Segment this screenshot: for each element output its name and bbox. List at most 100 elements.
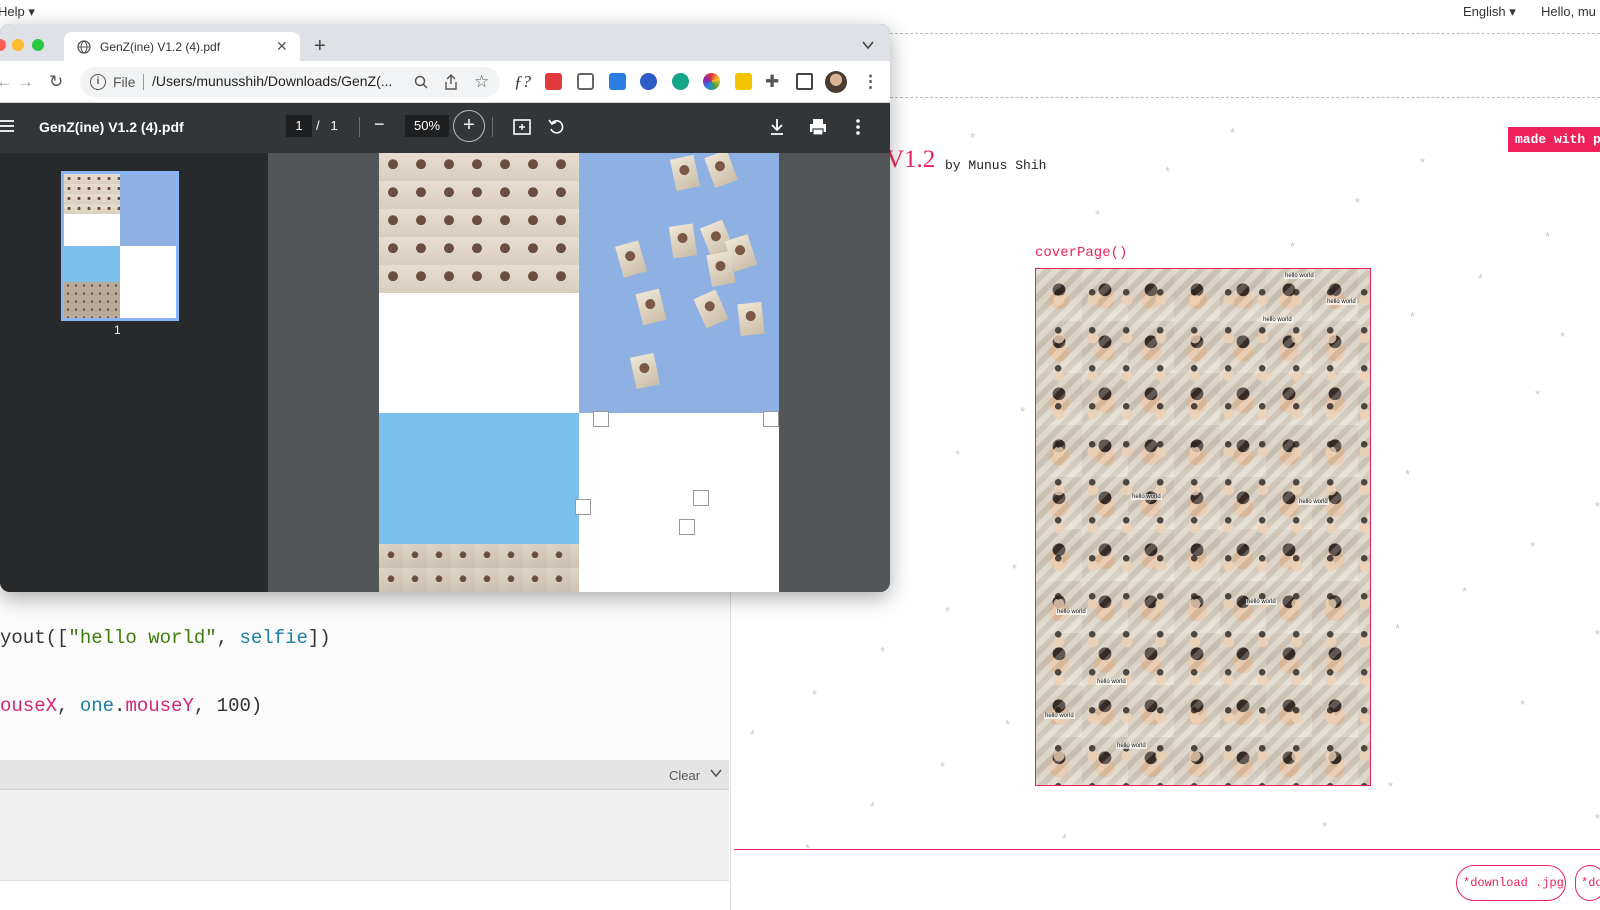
chevron-down-icon[interactable]	[710, 767, 722, 779]
outline-square	[679, 519, 695, 535]
extension-red-icon[interactable]	[545, 73, 562, 90]
page-total: 1	[330, 118, 338, 133]
zoom-level-input[interactable]: 50%	[405, 115, 449, 137]
rotate-icon[interactable]	[547, 117, 567, 137]
code-variable: one	[79, 695, 115, 717]
extension-yellow-icon[interactable]	[735, 73, 752, 90]
hamburger-icon[interactable]	[0, 120, 14, 132]
code-line-mouse[interactable]: ouseX, one.mouseY, 100)	[0, 695, 262, 717]
selfie-strip	[379, 544, 579, 592]
star-decoration: *	[750, 727, 756, 742]
dashed-divider	[890, 97, 1600, 98]
flying-selfie	[704, 153, 738, 189]
star-decoration: *	[955, 447, 961, 462]
star-decoration: *	[1355, 195, 1361, 210]
profile-avatar[interactable]	[825, 71, 847, 93]
side-panel-icon[interactable]	[796, 73, 813, 90]
star-decoration: *	[970, 130, 976, 145]
extension-blue-circle-icon[interactable]	[640, 73, 657, 90]
minimize-window-button[interactable]	[12, 39, 24, 51]
omnibox-url[interactable]: /Users/munusshih/Downloads/GenZ(...	[152, 73, 402, 89]
fit-page-icon[interactable]	[512, 117, 532, 137]
outline-square	[693, 490, 709, 506]
close-window-button[interactable]	[0, 39, 6, 51]
empty-squares-quadrant	[575, 411, 779, 592]
star-decoration: *	[1535, 387, 1541, 402]
hello-world-tag: hello world	[1044, 713, 1075, 719]
star-decoration: *	[1012, 561, 1018, 576]
reload-icon[interactable]: ↻	[49, 73, 63, 90]
console-clear-button[interactable]: Clear	[669, 768, 700, 783]
page-number-input[interactable]: 1	[286, 115, 312, 137]
cover-page-collage: hello world hello world hello world hell…	[1035, 268, 1371, 786]
star-decoration: *	[1530, 539, 1536, 554]
language-menu[interactable]: English ▾	[1463, 4, 1516, 20]
selfie-pattern	[1036, 269, 1370, 785]
zoom-icon[interactable]	[414, 75, 428, 89]
extension-color-wheel-icon[interactable]	[703, 73, 720, 90]
user-greeting[interactable]: Hello, mu	[1541, 4, 1596, 19]
kebab-menu-icon[interactable]: ⋮	[862, 73, 879, 90]
hello-world-tag: hello world	[1131, 494, 1162, 500]
made-with-badge[interactable]: made with p	[1508, 127, 1600, 152]
extension-copy-icon[interactable]	[577, 73, 594, 90]
code-variable: selfie	[239, 627, 308, 649]
help-menu[interactable]: Help ▾	[0, 4, 35, 20]
page-count: / 1	[316, 118, 338, 133]
star-decoration: *	[1595, 499, 1600, 514]
zoom-out-button[interactable]: −	[374, 115, 385, 133]
pdf-thumbnail-sidebar: 1	[0, 153, 268, 592]
cover-page-label: coverPage()	[1035, 245, 1128, 261]
star-decoration: *	[1478, 271, 1484, 286]
star-decoration: *	[880, 644, 886, 659]
code-line-layout[interactable]: yout(["hello world", selfie])	[0, 627, 331, 649]
star-decoration: *	[945, 604, 951, 619]
chevron-down-icon[interactable]	[862, 40, 874, 50]
star-decoration: *	[812, 687, 818, 702]
close-icon[interactable]: ✕	[276, 38, 288, 55]
print-icon[interactable]	[808, 117, 828, 137]
page-thumbnail[interactable]	[61, 171, 179, 321]
zoom-window-button[interactable]	[32, 39, 44, 51]
forward-icon[interactable]: →	[17, 73, 34, 90]
info-icon[interactable]: i	[90, 74, 106, 90]
star-decoration: *	[1005, 717, 1011, 732]
download-icon[interactable]	[767, 117, 787, 137]
extension-quote-icon[interactable]	[672, 73, 689, 90]
omnibox-separator	[143, 74, 144, 90]
console-output	[0, 790, 729, 880]
flying-selfies-quadrant	[579, 153, 779, 413]
star-decoration: *	[1405, 467, 1411, 482]
formula-extension-icon[interactable]: ƒ?	[514, 73, 531, 90]
star-decoration: *	[1595, 627, 1600, 642]
hello-world-tag: hello world	[1056, 609, 1087, 615]
back-icon[interactable]: ←	[0, 73, 13, 90]
toolbar-divider	[492, 117, 493, 137]
new-tab-button[interactable]: +	[314, 36, 326, 56]
flying-selfie	[629, 352, 661, 390]
extension-resize-icon[interactable]	[609, 73, 626, 90]
star-bookmark-icon[interactable]: ☆	[474, 72, 489, 92]
star-decoration: *	[1595, 811, 1600, 826]
puzzle-extensions-icon[interactable]: ✚	[765, 73, 779, 90]
star-decoration: *	[1165, 164, 1171, 179]
tab-strip: GenZ(ine) V1.2 (4).pdf ✕ +	[0, 24, 890, 62]
outline-square	[575, 499, 591, 515]
chrome-window: GenZ(ine) V1.2 (4).pdf ✕ + ← → ↻ i File …	[0, 24, 890, 592]
pdf-viewport[interactable]	[268, 153, 890, 592]
share-icon[interactable]	[444, 74, 458, 90]
download-more-button[interactable]: *do	[1575, 865, 1600, 901]
star-decoration: *	[1395, 621, 1401, 636]
zoom-in-button[interactable]: +	[453, 110, 485, 142]
download-jpg-button[interactable]: *download .jpg*	[1456, 865, 1566, 901]
app-menubar: Help ▾ English ▾ Hello, mu	[0, 0, 1600, 24]
more-options-icon[interactable]	[848, 117, 868, 137]
code-token: .	[114, 695, 126, 717]
address-bar[interactable]: i File /Users/munusshih/Downloads/GenZ(.…	[80, 67, 500, 97]
tab-pdf[interactable]: GenZ(ine) V1.2 (4).pdf ✕	[64, 32, 300, 62]
hello-world-tag: hello world	[1096, 679, 1127, 685]
globe-icon	[77, 40, 91, 54]
zine-byline: by Munus Shih	[945, 158, 1047, 173]
outline-square	[763, 411, 779, 427]
blank-area	[379, 293, 579, 413]
